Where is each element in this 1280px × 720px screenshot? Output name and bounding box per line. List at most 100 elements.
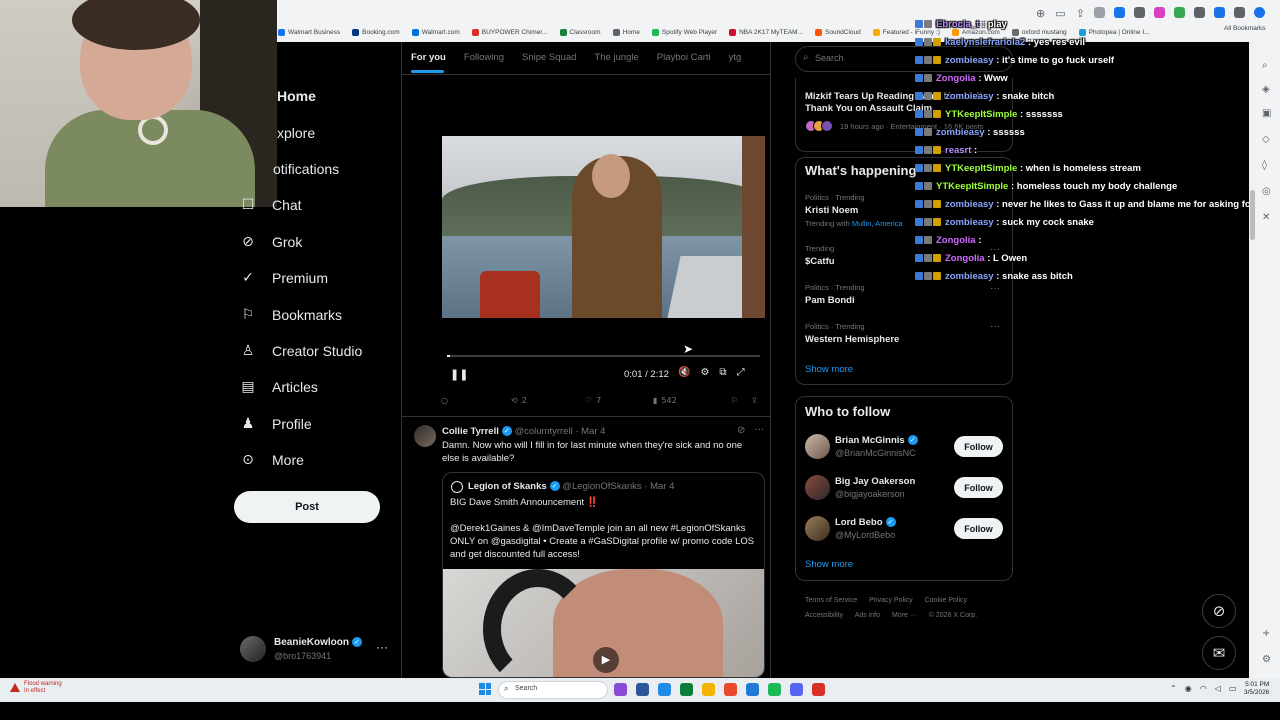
extension-icon[interactable] (1134, 7, 1145, 18)
tab-the-jungle[interactable]: The jungle (594, 52, 638, 63)
views-button[interactable]: ▮ 542 (653, 396, 731, 405)
volume-icon[interactable]: ◁ (1215, 684, 1221, 693)
extension-icon[interactable] (1194, 7, 1205, 18)
pause-icon[interactable]: ❚❚ (450, 368, 468, 381)
video-scrubber[interactable] (447, 355, 760, 357)
trend-related-links[interactable]: Mullin, America (852, 219, 903, 228)
taskbar-app-icon[interactable] (614, 683, 627, 696)
grok-icon[interactable]: ⊘ (737, 425, 745, 436)
cast-icon[interactable]: ▭ (1055, 7, 1065, 20)
network-icon[interactable]: ◉ (1185, 684, 1192, 693)
share-button[interactable]: ⇪ (751, 396, 758, 405)
battery-icon[interactable]: ▭ (1229, 684, 1237, 693)
avatar[interactable] (414, 425, 436, 447)
footer-link[interactable]: More ··· (892, 612, 917, 619)
footer-link[interactable]: Privacy Policy (869, 597, 913, 604)
bookmark-item[interactable]: Spotify Web Player (651, 25, 717, 39)
taskbar-app-icon[interactable] (658, 683, 671, 696)
taskbar-app-icon[interactable] (702, 683, 715, 696)
tab-ytg[interactable]: ytg (729, 52, 742, 63)
follow-name-row[interactable]: Lord Bebo ✓ (835, 517, 896, 528)
copilot-icon[interactable]: ◈ (1262, 84, 1270, 95)
trend-name[interactable]: $Catfu (805, 256, 835, 267)
bookmark-item[interactable]: BUYPOWER Chimer... (471, 25, 548, 39)
post-button[interactable]: Post (234, 491, 380, 523)
nav-grok[interactable]: ⊘ Grok (240, 234, 302, 250)
grok-floating-button[interactable]: ⊘ (1202, 594, 1236, 628)
bookmark-item[interactable]: NBA 2K17 MyTEAM... (729, 25, 803, 39)
trend-name[interactable]: Kristi Noem (805, 205, 858, 216)
avatar[interactable] (805, 434, 830, 459)
post-author-handle[interactable]: @columtyrrell (514, 426, 572, 437)
chevron-up-icon[interactable]: ⌃ (1170, 684, 1177, 693)
settings-icon[interactable]: ⚙ (700, 367, 709, 378)
share-icon[interactable]: ⇪ (1076, 7, 1085, 20)
reply-button[interactable]: ○ (441, 396, 511, 405)
account-switcher[interactable]: BeanieKowloon ✓ @bro1763941 ··· (240, 634, 390, 666)
wifi-icon[interactable]: ◠ (1200, 684, 1207, 693)
post-author-name[interactable]: Collie Tyrrell (442, 426, 499, 437)
footer-link[interactable]: Ads info (855, 612, 880, 619)
like-button[interactable]: ♡ 7 (585, 396, 653, 405)
zoom-icon[interactable]: ⊕ (1036, 7, 1045, 20)
profile-avatar-icon[interactable] (1254, 7, 1265, 18)
bookmark-item[interactable]: Booking.com (352, 25, 400, 39)
nav-bookmarks[interactable]: ⚐ Bookmarks (240, 307, 342, 323)
nav-premium[interactable]: ✓ Premium (240, 270, 328, 286)
all-bookmarks-button[interactable]: All Bookmarks (1224, 25, 1266, 32)
games-icon[interactable]: ◎ (1262, 186, 1271, 197)
scrollbar[interactable] (1249, 42, 1256, 678)
nav-explore[interactable]: xplore (277, 125, 315, 141)
briefcase-icon[interactable]: ▣ (1262, 108, 1271, 119)
bookmark-button[interactable]: ⚐ (731, 396, 751, 405)
trend-name[interactable]: Pam Bondi (805, 295, 855, 306)
nav-more[interactable]: ⊙ More (240, 452, 304, 468)
pip-icon[interactable]: ⧉ (719, 367, 726, 378)
tab-snipe-squad[interactable]: Snipe Squad (522, 52, 576, 63)
more-icon[interactable]: ··· (754, 425, 764, 436)
follow-button[interactable]: Follow (954, 477, 1003, 498)
avatar[interactable] (805, 516, 830, 541)
more-icon[interactable]: ··· (990, 321, 1000, 332)
extension-icon[interactable] (1154, 7, 1165, 18)
extension-icon[interactable] (1234, 7, 1245, 18)
extension-icon[interactable] (1094, 7, 1105, 18)
taskbar-app-icon[interactable] (790, 683, 803, 696)
taskbar-clock[interactable]: 5:01 PM 3/5/2026 (1244, 681, 1269, 697)
tab-following[interactable]: Following (464, 52, 504, 63)
messages-floating-button[interactable]: ✉ (1202, 636, 1236, 670)
shopping-icon[interactable]: ◇ (1262, 134, 1270, 145)
play-icon[interactable]: ▶ (593, 647, 619, 673)
mute-icon[interactable]: 🔇 (678, 367, 690, 378)
tab-playboi-carti[interactable]: Playboi Carti (657, 52, 711, 63)
show-more-link[interactable]: Show more (805, 364, 853, 375)
show-more-link[interactable]: Show more (805, 559, 853, 570)
bookmark-item[interactable]: Home (612, 25, 640, 39)
nav-creator-studio[interactable]: ♙ Creator Studio (240, 343, 363, 359)
video-player[interactable] (442, 136, 765, 318)
follow-button[interactable]: Follow (954, 436, 1003, 457)
bookmark-item[interactable]: Classroom (559, 25, 601, 39)
add-icon[interactable]: + (1262, 628, 1270, 639)
windows-start-icon[interactable] (479, 683, 491, 695)
nav-chat[interactable]: ☐ Chat (240, 197, 302, 213)
bookmark-item[interactable]: SoundCloud (815, 25, 861, 39)
more-icon[interactable]: ··· (990, 283, 1000, 294)
bookmark-item[interactable]: Walmart.com (411, 25, 460, 39)
weather-widget[interactable]: Flood warning In effect (24, 681, 62, 695)
taskbar-app-icon[interactable] (812, 683, 825, 696)
taskbar-app-icon[interactable] (768, 683, 781, 696)
fullscreen-icon[interactable]: ⤢ (737, 367, 745, 378)
tools-icon[interactable]: ✕ (1262, 212, 1270, 223)
bookmark-item[interactable]: Walmart Business (278, 25, 340, 39)
quoted-post[interactable]: Legion of Skanks ✓ @LegionOfSkanks · Mar … (442, 472, 765, 678)
follow-button[interactable]: Follow (954, 518, 1003, 539)
extension-icon[interactable] (1214, 7, 1225, 18)
nav-home[interactable]: Home (277, 88, 316, 104)
nav-articles[interactable]: ▤ Articles (240, 379, 318, 395)
scrollbar-thumb[interactable] (1250, 190, 1255, 240)
footer-link[interactable]: Terms of Service (805, 597, 857, 604)
tag-icon[interactable]: ◊ (1262, 160, 1267, 171)
footer-link[interactable]: Accessibility (805, 612, 843, 619)
follow-name-row[interactable]: Brian McGinnis ✓ (835, 435, 918, 446)
